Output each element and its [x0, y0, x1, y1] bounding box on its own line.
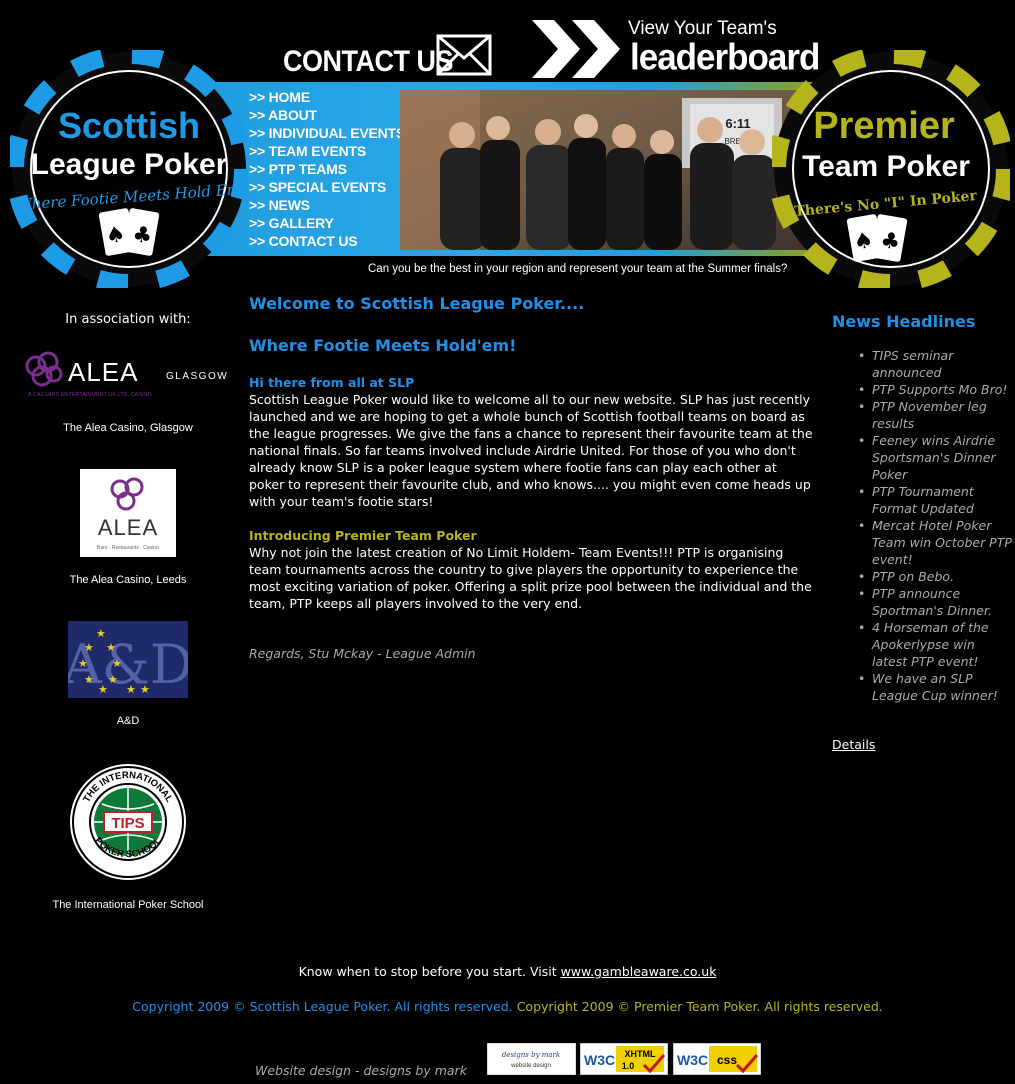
- partner-caption-tips: The International Poker School: [52, 899, 204, 911]
- svg-text:Bars · Restaurants · Casino: Bars · Restaurants · Casino: [97, 545, 159, 551]
- slp-logo-title2: League Poker: [31, 148, 228, 181]
- nav-gallery[interactable]: >> GALLERY: [249, 214, 405, 232]
- welcome-heading: Welcome to Scottish League Poker....: [249, 294, 585, 313]
- news-item[interactable]: PTP announce Sportman's Dinner.: [858, 585, 1012, 619]
- nav-individual-events[interactable]: >> INDIVIDUAL EVENTS: [249, 124, 405, 142]
- svg-text:A CAESARS ENTERTAINMENT UK LTD: A CAESARS ENTERTAINMENT UK LTD. CASINO: [28, 392, 152, 398]
- main-nav: >> HOME >> ABOUT >> INDIVIDUAL EVENTS >>…: [249, 88, 405, 250]
- site-header: CONTACT US View Your Team's leaderboard …: [0, 0, 1015, 292]
- svg-text:css: css: [717, 1053, 737, 1067]
- designer-credit: Website design - designs by mark: [255, 1063, 467, 1078]
- playing-cards-icon: ♠ ♣: [846, 214, 908, 262]
- envelope-icon[interactable]: [436, 34, 492, 76]
- ptp-intro-paragraph: Why not join the latest creation of No L…: [249, 545, 812, 611]
- alea-glasgow-logo[interactable]: ALEA GLASGOW A CAESARS ENTERTAINMENT UK …: [22, 348, 228, 400]
- nav-about[interactable]: >> ABOUT: [249, 106, 405, 124]
- copyright-line: Copyright 2009 © Scottish League Poker. …: [0, 999, 1015, 1014]
- alea-leeds-logo[interactable]: ALEA Bars · Restaurants · Casino: [80, 469, 176, 557]
- news-item[interactable]: TIPS seminar announced: [858, 347, 1012, 381]
- svg-text:★: ★: [98, 683, 108, 696]
- gambleaware-link[interactable]: www.gambleaware.co.uk: [561, 964, 717, 979]
- news-details-link[interactable]: Details: [832, 737, 875, 752]
- svg-text:★: ★: [140, 683, 150, 696]
- premier-team-poker-logo[interactable]: Premier Team Poker There's No "I" In Pok…: [772, 50, 1010, 288]
- nav-ptp-teams[interactable]: >> PTP TEAMS: [249, 160, 405, 178]
- svg-text:★: ★: [126, 683, 136, 696]
- news-item[interactable]: PTP November leg results: [858, 398, 1012, 432]
- partner-caption-a-and-d: A&D: [116, 715, 140, 727]
- svg-text:ALEA: ALEA: [98, 515, 158, 540]
- scoreboard-time: 6:11: [725, 116, 750, 131]
- svg-text:designs by mark: designs by mark: [502, 1051, 560, 1059]
- nav-team-events[interactable]: >> TEAM EVENTS: [249, 142, 405, 160]
- news-item[interactable]: We have an SLP League Cup winner!: [858, 670, 1012, 704]
- svg-text:★: ★: [84, 641, 94, 654]
- news-sidebar: News Headlines TIPS seminar announced PT…: [832, 312, 1012, 752]
- svg-text:website design: website design: [510, 1063, 551, 1069]
- nav-news[interactable]: >> NEWS: [249, 196, 405, 214]
- svg-text:ALEA: ALEA: [68, 357, 139, 387]
- news-list: TIPS seminar announced PTP Supports Mo B…: [832, 347, 1012, 704]
- admin-signoff: Regards, Stu Mckay - League Admin: [249, 646, 476, 661]
- double-chevron-right-icon[interactable]: [532, 20, 624, 78]
- w3c-xhtml-badge[interactable]: W3C XHTML 1.0: [580, 1043, 668, 1075]
- responsible-gambling-notice: Know when to stop before you start. Visi…: [0, 964, 1015, 979]
- header-tagline: Can you be the best in your region and r…: [368, 263, 788, 275]
- team-group-photo: 6:11 BREAK: [400, 90, 812, 250]
- ptp-subheading: Introducing Premier Team Poker: [249, 528, 477, 543]
- international-poker-school-logo[interactable]: TIPS THE INTERNATIONAL POKER SCHOOL: [68, 762, 188, 882]
- nav-special-events[interactable]: >> SPECIAL EVENTS: [249, 178, 405, 196]
- partner-caption-alea-leeds: The Alea Casino, Leeds: [69, 574, 187, 586]
- svg-text:★: ★: [96, 627, 106, 640]
- w3c-css-badge[interactable]: W3C css: [673, 1043, 761, 1075]
- slp-logo-title1: Scottish: [58, 105, 200, 146]
- copyright-slp: Copyright 2009 © Scottish League Poker. …: [132, 999, 513, 1014]
- partner-caption-alea-glasgow: The Alea Casino, Glasgow: [63, 422, 193, 434]
- svg-text:1.0: 1.0: [622, 1061, 635, 1071]
- slp-subheading: Hi there from all at SLP: [249, 375, 415, 390]
- svg-text:★: ★: [112, 657, 122, 670]
- news-item[interactable]: Feeney wins Airdrie Sportsman's Dinner P…: [858, 432, 1012, 483]
- footie-heading: Where Footie Meets Hold'em!: [249, 336, 517, 355]
- ptp-logo-title2: Team Poker: [802, 150, 970, 183]
- scottish-league-poker-logo[interactable]: Scottish League Poker Where Footie Meets…: [10, 50, 248, 288]
- alea-knot-icon: [25, 351, 63, 387]
- gamble-text: Know when to stop before you start. Visi…: [298, 964, 561, 979]
- nav-contact-us[interactable]: >> CONTACT US: [249, 232, 405, 250]
- news-item[interactable]: Mercat Hotel Poker Team win October PTP …: [858, 517, 1012, 568]
- playing-cards-icon: ♠ ♣: [98, 208, 160, 256]
- slp-intro-paragraph: Scottish League Poker would like to welc…: [249, 392, 813, 509]
- svg-text:★: ★: [78, 657, 88, 670]
- svg-text:★: ★: [106, 641, 116, 654]
- svg-text:TIPS: TIPS: [111, 815, 144, 832]
- svg-text:XHTML: XHTML: [625, 1049, 656, 1059]
- news-item[interactable]: PTP Supports Mo Bro!: [858, 381, 1012, 398]
- copyright-ptp: Copyright 2009 © Premier Team Poker. All…: [516, 999, 883, 1014]
- svg-text:W3C: W3C: [584, 1052, 615, 1068]
- news-item[interactable]: PTP on Bebo.: [858, 568, 1012, 585]
- news-item[interactable]: PTP Tournament Format Updated: [858, 483, 1012, 517]
- news-item[interactable]: 4 Horseman of the Apokerlypse win latest…: [858, 619, 1012, 670]
- designs-by-mark-badge[interactable]: designs by mark website design: [487, 1043, 576, 1075]
- news-headlines-title: News Headlines: [832, 312, 976, 331]
- association-label: In association with:: [65, 312, 191, 327]
- svg-text:★: ★: [108, 673, 118, 686]
- ptp-logo-title1: Premier: [813, 105, 955, 147]
- svg-text:W3C: W3C: [677, 1052, 708, 1068]
- svg-text:★: ★: [84, 673, 94, 686]
- svg-text:GLASGOW: GLASGOW: [166, 371, 228, 382]
- nav-home[interactable]: >> HOME: [249, 88, 405, 106]
- contact-us-header-link[interactable]: CONTACT US: [283, 42, 454, 79]
- a-and-d-logo[interactable]: A&D ★★★ ★★★ ★★★★: [68, 621, 188, 698]
